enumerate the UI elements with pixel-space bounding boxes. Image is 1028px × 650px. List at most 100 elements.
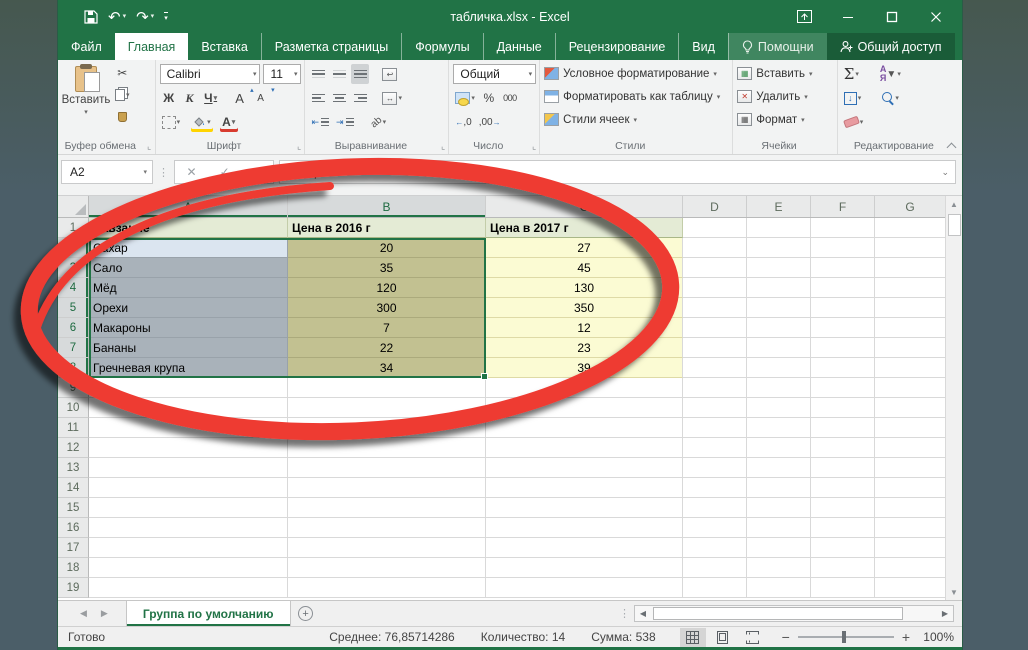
delete-cells-button[interactable]: ✕ Удалить ▾	[737, 86, 812, 107]
cell-B19[interactable]	[288, 578, 486, 598]
cell-B18[interactable]	[288, 558, 486, 578]
collapse-ribbon-icon[interactable]	[947, 141, 956, 150]
scroll-right-icon[interactable]: ▶	[937, 606, 953, 621]
accounting-format-button[interactable]: ▾	[453, 88, 477, 108]
grow-font-button[interactable]: А	[231, 86, 253, 108]
row-header-4[interactable]: 4	[58, 278, 89, 298]
cell-C10[interactable]	[486, 398, 683, 418]
row-header-8[interactable]: 8	[58, 358, 89, 378]
row-header-2[interactable]: 2	[58, 238, 89, 258]
cell-D16[interactable]	[683, 518, 747, 538]
column-header-A[interactable]: A	[89, 196, 288, 217]
scroll-up-icon[interactable]: ▲	[946, 196, 962, 212]
cell-G11[interactable]	[875, 418, 945, 438]
cell-E8[interactable]	[747, 358, 811, 378]
row-header-14[interactable]: 14	[58, 478, 89, 498]
normal-view-button[interactable]	[679, 627, 706, 647]
merge-dropdown-icon[interactable]: ▾	[398, 94, 402, 102]
cell-C17[interactable]	[486, 538, 683, 558]
font-color-dropdown-icon[interactable]: ▾	[232, 118, 236, 126]
cell-E3[interactable]	[747, 258, 811, 278]
tab-formulas[interactable]: Формулы	[401, 33, 482, 60]
number-format-combo[interactable]: Общий ▾	[453, 64, 537, 84]
conditional-formatting-button[interactable]: Условное форматирование ▾	[544, 63, 720, 84]
find-dropdown-icon[interactable]: ▾	[895, 94, 899, 102]
ribbon-display-options-icon[interactable]	[782, 3, 826, 31]
row-header-19[interactable]: 19	[58, 578, 89, 598]
cell-C3[interactable]: 45	[486, 258, 683, 278]
font-size-combo[interactable]: 11 ▾	[263, 64, 302, 84]
prev-sheet-icon[interactable]: ◀	[80, 608, 87, 619]
cell-C15[interactable]	[486, 498, 683, 518]
cell-G4[interactable]	[875, 278, 945, 298]
copy-dropdown-icon[interactable]: ▾	[126, 91, 130, 99]
maximize-button[interactable]	[870, 3, 914, 31]
increase-indent-button[interactable]: ⇥	[334, 112, 356, 132]
cut-button[interactable]: ✂	[113, 63, 132, 83]
cell-A8[interactable]: Гречневая крупа	[89, 358, 288, 378]
cell-D6[interactable]	[683, 318, 747, 338]
sort-filter-button[interactable]: А Я ▼ ▾	[878, 64, 903, 84]
insert-dropdown-icon[interactable]: ▾	[809, 70, 813, 78]
align-top-button[interactable]	[309, 64, 327, 84]
cell-G6[interactable]	[875, 318, 945, 338]
zoom-slider[interactable]	[797, 631, 894, 643]
cell-G9[interactable]	[875, 378, 945, 398]
cell-D15[interactable]	[683, 498, 747, 518]
cell-E1[interactable]	[747, 218, 811, 238]
percent-button[interactable]: %	[480, 88, 498, 108]
cell-D17[interactable]	[683, 538, 747, 558]
cell-A18[interactable]	[89, 558, 288, 578]
row-header-15[interactable]: 15	[58, 498, 89, 518]
cell-G15[interactable]	[875, 498, 945, 518]
cell-C13[interactable]	[486, 458, 683, 478]
cell-F3[interactable]	[811, 258, 875, 278]
enter-icon[interactable]: ✓	[220, 165, 230, 179]
cell-G14[interactable]	[875, 478, 945, 498]
cell-C8[interactable]: 39	[486, 358, 683, 378]
cell-G16[interactable]	[875, 518, 945, 538]
cell-C7[interactable]: 23	[486, 338, 683, 358]
cell-E2[interactable]	[747, 238, 811, 258]
cell-G2[interactable]	[875, 238, 945, 258]
cell-F17[interactable]	[811, 538, 875, 558]
expand-formula-bar-icon[interactable]: ⌄	[941, 167, 955, 178]
row-header-6[interactable]: 6	[58, 318, 89, 338]
row-header-12[interactable]: 12	[58, 438, 89, 458]
align-right-button[interactable]	[351, 88, 369, 108]
clear-dropdown-icon[interactable]: ▾	[860, 118, 864, 126]
cell-D5[interactable]	[683, 298, 747, 318]
column-header-C[interactable]: C	[486, 196, 683, 217]
tab-data[interactable]: Данные	[482, 33, 555, 60]
cell-G1[interactable]	[875, 218, 945, 238]
cell-E16[interactable]	[747, 518, 811, 538]
cell-F19[interactable]	[811, 578, 875, 598]
tab-page-layout[interactable]: Разметка страницы	[260, 33, 401, 60]
cell-G17[interactable]	[875, 538, 945, 558]
cell-B17[interactable]	[288, 538, 486, 558]
cell-D13[interactable]	[683, 458, 747, 478]
cell-E11[interactable]	[747, 418, 811, 438]
cell-G5[interactable]	[875, 298, 945, 318]
cell-C5[interactable]: 350	[486, 298, 683, 318]
row-header-16[interactable]: 16	[58, 518, 89, 538]
cell-E19[interactable]	[747, 578, 811, 598]
cell-G7[interactable]	[875, 338, 945, 358]
cell-F12[interactable]	[811, 438, 875, 458]
cell-B16[interactable]	[288, 518, 486, 538]
paste-button[interactable]: Вставить ▾	[62, 63, 110, 138]
copy-button[interactable]: ▾	[113, 85, 132, 105]
tab-review[interactable]: Рецензирование	[554, 33, 679, 60]
scroll-down-icon[interactable]: ▼	[946, 584, 962, 600]
redo-icon[interactable]: ↷ ▾	[136, 8, 154, 26]
row-header-17[interactable]: 17	[58, 538, 89, 558]
cell-F18[interactable]	[811, 558, 875, 578]
row-header-18[interactable]: 18	[58, 558, 89, 578]
vertical-scroll-thumb[interactable]	[947, 214, 961, 236]
cell-E5[interactable]	[747, 298, 811, 318]
cell-G10[interactable]	[875, 398, 945, 418]
cell-C4[interactable]: 130	[486, 278, 683, 298]
cell-D12[interactable]	[683, 438, 747, 458]
cell-A15[interactable]	[89, 498, 288, 518]
merge-center-button[interactable]: ↔ ▾	[380, 88, 404, 108]
